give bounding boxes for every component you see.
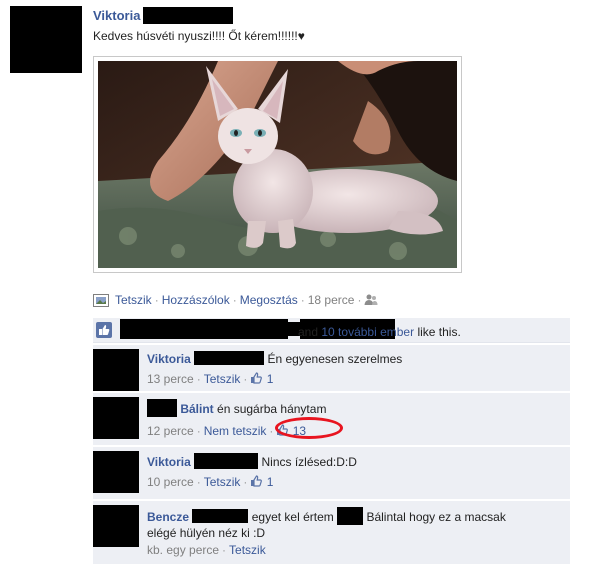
comment-like-link[interactable]: Tetszik [204, 372, 241, 386]
commenter-avatar[interactable] [93, 397, 139, 439]
comment-text-part-2: Bálintal hogy ez a macsak [366, 510, 506, 524]
comment-body: Viktoria Én egyenesen szerelmes [147, 351, 564, 367]
separator: · [300, 293, 305, 307]
comment-author[interactable]: Bencze [147, 510, 189, 524]
likes-suffix: like this. [417, 325, 461, 339]
likes-text: and 10 további ember like this. [298, 325, 461, 339]
like-link[interactable]: Tetszik [115, 293, 152, 307]
separator: · [232, 293, 237, 307]
comment-text: én sugárba hánytam [217, 402, 327, 416]
commenter-avatar[interactable] [93, 505, 139, 547]
friends-audience-icon[interactable] [364, 294, 378, 306]
comment-link[interactable]: Hozzászólok [162, 293, 230, 307]
thumbs-up-icon [251, 372, 263, 384]
redacted-first-name [147, 399, 177, 417]
post-action-bar: Tetszik · Hozzászólok · Megosztás · 18 p… [93, 293, 378, 307]
comment-body: Bálint én sugárba hánytam [147, 399, 564, 417]
separator: · [154, 293, 159, 307]
comment-time[interactable]: 13 perce [147, 372, 194, 386]
others-liked-link[interactable]: 10 további ember [321, 325, 414, 339]
redacted-surname [143, 7, 233, 24]
highlight-circle [275, 417, 343, 439]
comment-item: Viktoria Én egyenesen szerelmes 13 perce… [93, 344, 570, 391]
thumbs-up-icon [96, 322, 112, 338]
separator: · [357, 293, 362, 307]
comment-meta: 13 perce · Tetszik · 1 [147, 372, 274, 386]
photo-type-icon [93, 293, 109, 307]
comment-time[interactable]: 12 perce [147, 424, 194, 438]
poster-name[interactable]: Viktoria [93, 8, 140, 23]
redacted-surname [194, 351, 265, 365]
post-timestamp[interactable]: 18 perce [308, 293, 355, 307]
commenter-avatar[interactable] [93, 451, 139, 493]
share-link[interactable]: Megosztás [240, 293, 298, 307]
comment-like-link[interactable]: Tetszik [229, 543, 266, 557]
comment-item: Bencze egyet kel értem Bálintal hogy ez … [93, 500, 570, 564]
comment-text-part-3: elégé hülyén néz ki :D [147, 526, 266, 540]
comment-body: Bencze egyet kel értem Bálintal hogy ez … [147, 507, 564, 541]
comment-time[interactable]: kb. egy perce [147, 543, 219, 557]
comment-unlike-link[interactable]: Nem tetszik [204, 424, 267, 438]
poster-avatar[interactable] [10, 6, 82, 73]
comment-author[interactable]: Bálint [180, 402, 213, 416]
comment-like-link[interactable]: Tetszik [204, 475, 241, 489]
comment-author[interactable]: Viktoria [147, 352, 191, 366]
status-text: Kedves húsvéti nyuszi!!!! Őt kérem!!!!!!… [93, 29, 305, 43]
comment-like-count[interactable]: 1 [267, 372, 274, 386]
comment-like-count[interactable]: 1 [267, 475, 274, 489]
thumbs-up-icon [251, 475, 263, 487]
comment-item: Bálint én sugárba hánytam 12 perce · Nem t… [93, 392, 570, 445]
comment-text: Én egyenesen szerelmes [267, 352, 403, 366]
comment-item: Viktoria Nincs ízlésed:D:D 10 perce · Tets… [93, 446, 570, 499]
cat-photo-image [98, 61, 457, 268]
comment-time[interactable]: 10 perce [147, 475, 194, 489]
comment-text-part-1: egyet kel értem [251, 510, 334, 524]
comment-author[interactable]: Viktoria [147, 455, 191, 469]
likes-summary: and 10 további ember like this. [93, 318, 570, 343]
redacted-surname [194, 453, 259, 469]
redacted-liker-names [120, 319, 288, 339]
post-photo[interactable] [93, 56, 462, 273]
redacted-mention [337, 507, 364, 525]
commenter-avatar[interactable] [93, 349, 139, 391]
comment-meta: kb. egy perce · Tetszik [147, 543, 266, 557]
comment-body: Viktoria Nincs ízlésed:D:D [147, 453, 564, 470]
likes-and: and [298, 325, 319, 339]
comment-text: Nincs ízlésed:D:D [261, 455, 357, 469]
redacted-surname [192, 509, 249, 523]
comment-meta: 10 perce · Tetszik · 1 [147, 475, 274, 489]
